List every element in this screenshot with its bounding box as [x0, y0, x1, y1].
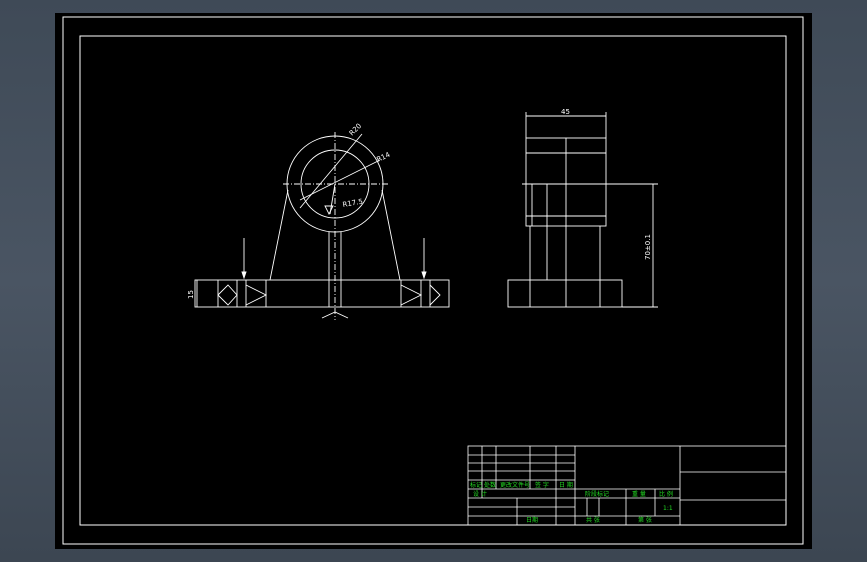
tb-label-design: 设 计 — [473, 490, 487, 498]
tb-label-count: 处数 — [484, 481, 496, 489]
tb-scale-value: 1:1 — [663, 505, 673, 512]
cad-viewport[interactable]: R20 R14 R17.5 15 45 70±0.1 标记 处数 更改文件号 签… — [0, 0, 867, 562]
tb-label-scale: 比 例 — [659, 490, 673, 498]
tb-label-mark: 标记 — [470, 481, 482, 489]
tb-label-sheets: 共 张 — [586, 516, 600, 524]
dim-base-height: 15 — [187, 290, 195, 299]
dim-width: 45 — [561, 108, 570, 116]
tb-label-sign: 签 字 — [535, 481, 549, 489]
tb-label-docno: 更改文件号 — [500, 481, 530, 489]
tb-label-sheet-of: 第 张 — [638, 516, 652, 524]
tb-label-approve: 日期 — [526, 516, 538, 524]
tb-label-stage: 阶段标记 — [585, 490, 609, 498]
tb-label-weight: 重 量 — [632, 490, 646, 498]
drawing-sheet — [55, 13, 812, 549]
dim-height: 70±0.1 — [644, 234, 652, 260]
tb-label-date: 日 期 — [559, 481, 573, 489]
